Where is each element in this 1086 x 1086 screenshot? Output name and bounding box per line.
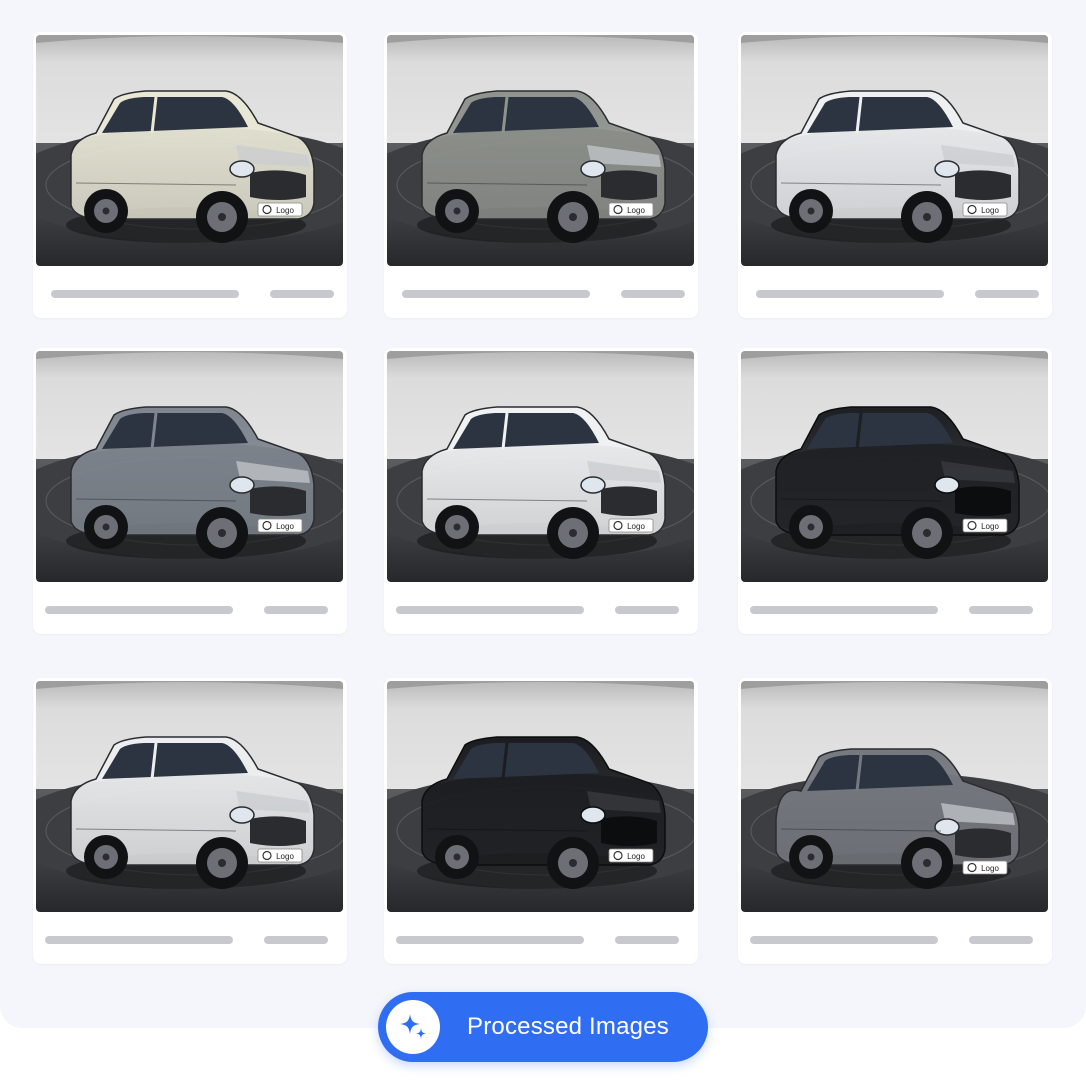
title-placeholder-bar — [396, 606, 584, 614]
car-card[interactable]: Logo — [384, 348, 698, 634]
price-placeholder-bar — [264, 936, 328, 944]
suv-car-icon: Logo — [387, 351, 694, 582]
suv-car-icon: Logo — [741, 35, 1048, 266]
suv-car-icon: Logo — [36, 681, 343, 912]
convertible-car-icon: Logo — [36, 351, 343, 582]
license-plate-logo: Logo — [276, 852, 294, 861]
title-placeholder-bar — [402, 290, 590, 298]
suv-car-icon: Logo — [741, 351, 1048, 582]
car-photo: Logo — [387, 681, 694, 912]
processed-images-button[interactable]: Processed Images — [378, 992, 708, 1062]
price-placeholder-bar — [975, 290, 1039, 298]
license-plate-logo: Logo — [627, 522, 645, 531]
price-placeholder-bar — [969, 606, 1033, 614]
license-plate-logo: Logo — [981, 206, 999, 215]
license-plate-logo: Logo — [627, 852, 645, 861]
suv-car-icon: Logo — [387, 681, 694, 912]
price-placeholder-bar — [969, 936, 1033, 944]
car-card[interactable]: Logo — [738, 678, 1052, 964]
license-plate-logo: Logo — [981, 864, 999, 873]
title-placeholder-bar — [750, 606, 938, 614]
crossover-car-icon: Logo — [387, 35, 694, 266]
car-photo: Logo — [387, 35, 694, 266]
car-card[interactable]: Logo — [738, 348, 1052, 634]
license-plate-logo: Logo — [276, 522, 294, 531]
car-photo: Logo — [741, 681, 1048, 912]
price-placeholder-bar — [264, 606, 328, 614]
price-placeholder-bar — [615, 936, 679, 944]
car-card[interactable]: Logo — [384, 32, 698, 318]
car-card[interactable]: Logo — [384, 678, 698, 964]
title-placeholder-bar — [45, 606, 233, 614]
title-placeholder-bar — [396, 936, 584, 944]
car-photo: Logo — [741, 351, 1048, 582]
sparkles-icon — [386, 1000, 440, 1054]
car-card[interactable]: Logo — [33, 32, 347, 318]
price-placeholder-bar — [621, 290, 685, 298]
car-photo: Logo — [36, 351, 343, 582]
car-photo: Logo — [387, 351, 694, 582]
title-placeholder-bar — [51, 290, 239, 298]
title-placeholder-bar — [750, 936, 938, 944]
license-plate-logo: Logo — [981, 522, 999, 531]
hatchback-car-icon: Logo — [36, 35, 343, 266]
license-plate-logo: Logo — [276, 206, 294, 215]
processed-images-label: Processed Images — [467, 1013, 669, 1040]
title-placeholder-bar — [756, 290, 944, 298]
car-card[interactable]: Logo — [738, 32, 1052, 318]
car-card[interactable]: Logo — [33, 678, 347, 964]
car-photo: Logo — [36, 35, 343, 266]
car-photo: Logo — [741, 35, 1048, 266]
license-plate-logo: Logo — [627, 206, 645, 215]
price-placeholder-bar — [270, 290, 334, 298]
price-placeholder-bar — [615, 606, 679, 614]
title-placeholder-bar — [45, 936, 233, 944]
car-card[interactable]: Logo — [33, 348, 347, 634]
sedan-car-icon: Logo — [741, 681, 1048, 912]
car-photo: Logo — [36, 681, 343, 912]
